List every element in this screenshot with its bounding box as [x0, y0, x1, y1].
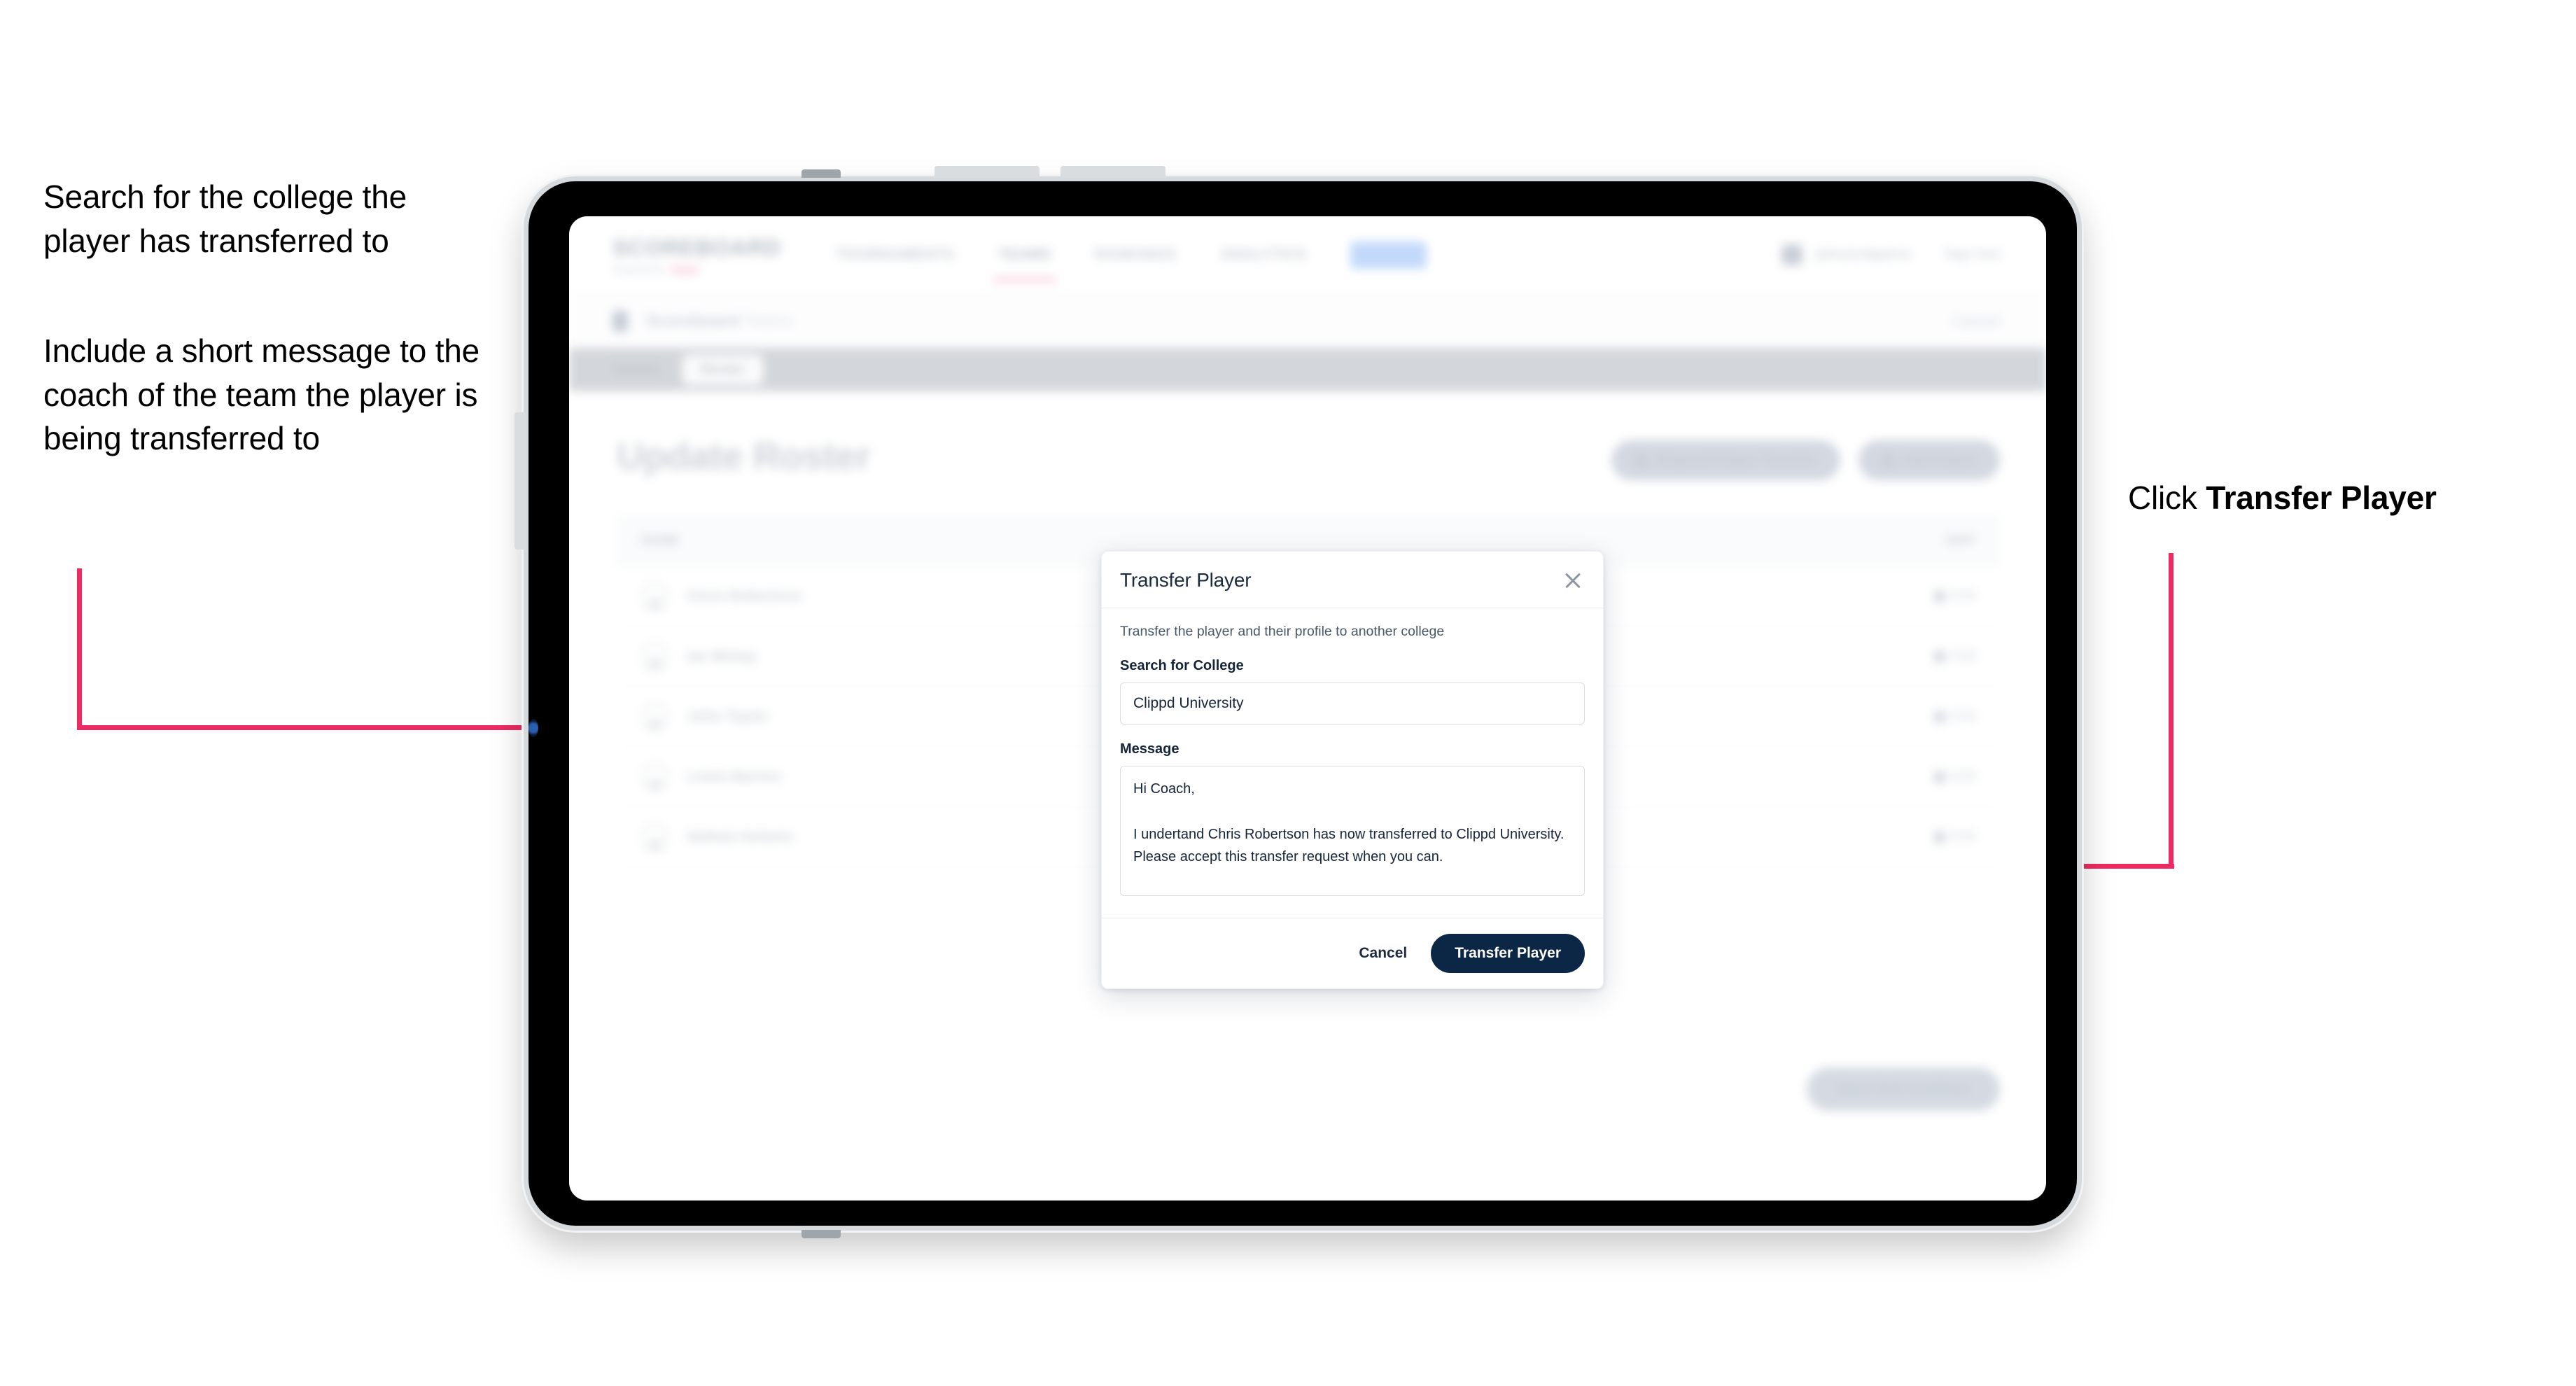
transfer-icon — [1634, 454, 1648, 467]
request-player-transfer-label: Request Player Transfer — [1656, 452, 1816, 468]
transfer-player-button[interactable]: Transfer Player — [1431, 934, 1585, 973]
pencil-icon — [1931, 829, 1947, 845]
brand-sub-accent: clippd — [669, 263, 699, 275]
edit-label: Edit — [1952, 588, 1976, 603]
nav-user-area: john@clippd.io Sign Out — [1782, 244, 2000, 265]
breadcrumb-bar: Scoreboard Teams Cancel — [569, 293, 2046, 348]
breadcrumb-title: Scoreboard — [646, 311, 740, 330]
add-player-label: Add Player — [1903, 452, 1976, 468]
annotation-click-prefix: Click — [2128, 479, 2206, 516]
modal-subtitle: Transfer the player and their profile to… — [1120, 624, 1445, 639]
breadcrumb: Scoreboard Teams — [646, 312, 794, 331]
device-power-button[interactable] — [514, 412, 526, 550]
page-action-buttons: Request Player Transfer Add Player — [1611, 440, 2000, 480]
top-navigation-bar: SCOREBOARD Powered by clippd TOURNAMENTS… — [569, 216, 2046, 293]
sign-out-link[interactable]: Sign Out — [1945, 247, 2000, 262]
breadcrumb-icon — [612, 310, 628, 332]
breadcrumb-suffix: Teams — [744, 311, 794, 330]
page-title: Update Roster — [617, 435, 871, 477]
brand-sub-text: Powered by — [612, 263, 664, 275]
annotation-include-message: Include a short message to the coach of … — [43, 332, 480, 457]
brand-subtitle: Powered by clippd — [612, 264, 781, 275]
nav-item-tournaments[interactable]: TOURNAMENTS — [836, 246, 955, 263]
edit-link[interactable]: Edit — [1931, 769, 1976, 785]
message-label: Message — [1120, 741, 1180, 757]
tab-details[interactable]: Details — [596, 355, 678, 385]
tablet-device-frame: SCOREBOARD Powered by clippd TOURNAMENTS… — [514, 166, 2082, 1238]
edit-label: Edit — [1952, 769, 1976, 784]
tab-bar: Details Roster — [569, 348, 2046, 391]
column-header-name: NAME — [640, 533, 680, 548]
avatar — [640, 702, 668, 731]
edit-link[interactable]: Edit — [1931, 648, 1976, 664]
pencil-icon — [1931, 648, 1947, 664]
device-volume-down-button[interactable] — [1060, 166, 1166, 178]
edit-link[interactable]: Edit — [1931, 829, 1976, 845]
request-player-transfer-button[interactable]: Request Player Transfer — [1611, 440, 1840, 480]
brand-name: SCOREBOARD — [612, 234, 782, 260]
pencil-icon — [1931, 769, 1947, 785]
avatar — [640, 762, 668, 791]
edit-link[interactable]: Edit — [1931, 588, 1976, 604]
cancel-button[interactable]: Cancel — [1356, 939, 1410, 967]
pencil-icon — [1931, 708, 1947, 724]
annotation-click-bold: Transfer Player — [2206, 479, 2437, 516]
player-name: Lewis Barnes — [687, 768, 782, 785]
edit-link[interactable]: Edit — [1931, 708, 1976, 724]
annotation-click-transfer-player: Click Transfer Player — [2128, 476, 2562, 520]
plus-icon — [1882, 454, 1895, 467]
add-player-button[interactable]: Add Player — [1858, 440, 2000, 480]
device-volume-up-button[interactable] — [934, 166, 1040, 178]
pencil-icon — [1931, 588, 1947, 604]
nav-item-admin[interactable]: ADMIN — [1350, 241, 1427, 269]
nav-item-analytics[interactable]: ANALYTICS — [1220, 246, 1307, 263]
annotation-search-college: Search for the college the player has tr… — [43, 178, 407, 259]
screenshot-canvas: Search for the college the player has tr… — [0, 0, 2576, 1386]
player-name: Nathan Holmes — [687, 828, 794, 845]
search-college-input[interactable] — [1120, 682, 1585, 724]
annotation-arrow-left-vertical — [77, 568, 82, 729]
breadcrumb-cancel[interactable]: Cancel — [1952, 312, 2000, 330]
player-name: Chris Robertson — [687, 587, 802, 604]
avatar — [640, 642, 668, 671]
transfer-player-modal: Transfer Player Transfer the player and … — [1101, 551, 1604, 989]
edit-label: Edit — [1952, 708, 1976, 724]
edit-label: Edit — [1952, 829, 1976, 844]
nav-item-teams[interactable]: TEAMS — [993, 246, 1056, 281]
avatar — [1782, 244, 1803, 265]
close-icon[interactable] — [1561, 568, 1585, 592]
message-textarea[interactable] — [1120, 766, 1585, 896]
brand-logo[interactable]: SCOREBOARD Powered by clippd — [612, 235, 781, 275]
annotation-arrow-right-vertical — [2169, 553, 2174, 868]
player-name: Ian Mckay — [687, 648, 757, 664]
avatar — [640, 822, 668, 851]
nav-item-rankings[interactable]: RANKINGS — [1095, 246, 1177, 263]
tab-roster[interactable]: Roster — [682, 354, 763, 385]
modal-title: Transfer Player — [1120, 569, 1252, 591]
modal-footer: Cancel Transfer Player — [1102, 918, 1603, 988]
avatar — [640, 582, 668, 610]
modal-body: Transfer the player and their profile to… — [1102, 608, 1603, 918]
device-camera — [528, 719, 538, 737]
search-college-label: Search for College — [1120, 658, 1244, 673]
tablet-screen: SCOREBOARD Powered by clippd TOURNAMENTS… — [569, 216, 2046, 1200]
device-bottom-sensor — [802, 1230, 841, 1238]
edit-label: Edit — [1952, 648, 1976, 664]
device-top-sensor — [802, 169, 841, 178]
nav-links: TOURNAMENTS TEAMS RANKINGS ANALYTICS ADM… — [836, 241, 1427, 281]
save-and-continue-button[interactable]: Save And Continue — [1807, 1068, 2000, 1111]
column-header-edit: EDIT — [1945, 533, 1976, 548]
modal-header: Transfer Player — [1102, 552, 1603, 608]
user-email: john@clippd.io — [1815, 247, 1911, 262]
player-name: John Taylor — [687, 708, 769, 724]
